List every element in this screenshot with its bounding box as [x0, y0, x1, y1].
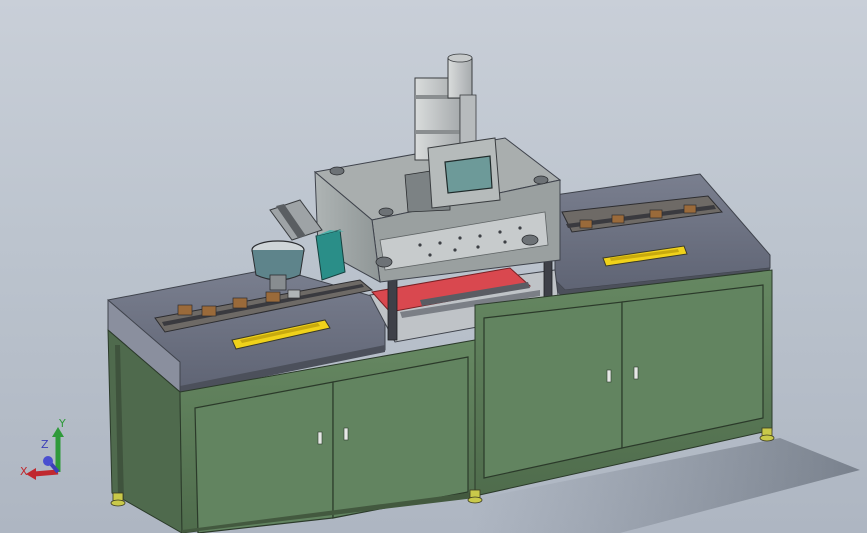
x-axis-arrow [33, 469, 59, 477]
orientation-triad[interactable]: X Y Z [16, 415, 76, 485]
left-cabinet-door-1 [194, 381, 334, 533]
x-axis-label: X [20, 465, 28, 478]
control-panel-screen [444, 155, 493, 194]
cad-viewport[interactable]: X Y Z [0, 0, 867, 533]
z-axis-label: Z [41, 438, 49, 451]
right-cabinet-door-1 [483, 301, 623, 479]
motor-cap [447, 57, 473, 99]
y-axis-label: Y [59, 417, 66, 430]
machine-model[interactable] [0, 0, 867, 533]
teal-controller [315, 229, 346, 281]
left-cabinet-door-2 [332, 356, 469, 519]
